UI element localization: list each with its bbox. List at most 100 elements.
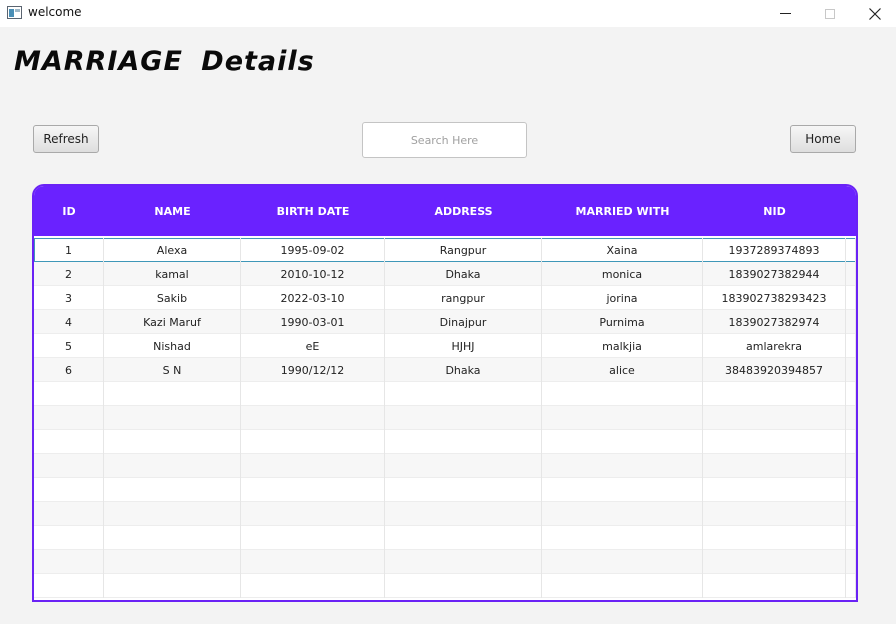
table-row[interactable]: 2 kamal 2010-10-12 Dhaka monica 1839027382944 (34, 262, 856, 286)
table-cell (385, 454, 542, 478)
table-cell: 2 (34, 262, 104, 286)
table-cell: Dhaka (385, 358, 542, 382)
table-cell: 2010-10-12 (241, 262, 385, 286)
marriage-table[interactable]: ID NAME BIRTH DATE ADDRESS MARRIED WITH … (32, 184, 858, 602)
table-cell (542, 478, 703, 502)
table-cell: 1839027382944 (703, 262, 846, 286)
table-cell (542, 550, 703, 574)
table-cell-filler (846, 574, 856, 598)
table-row[interactable]: 4 Kazi Maruf 1990-03-01 Dinajpur Purnima 1839… (34, 310, 856, 334)
table-cell (34, 406, 104, 430)
table-cell: Dinajpur (385, 310, 542, 334)
table-cell: 1 (34, 238, 104, 262)
table-cell (385, 574, 542, 598)
table-cell (385, 382, 542, 406)
table-cell-filler (846, 478, 856, 502)
page-title: MARRIAGE Details (14, 46, 315, 77)
table-cell-filler (846, 238, 856, 262)
table-cell (241, 430, 385, 454)
table-cell-filler (846, 286, 856, 310)
table-cell: jorina (542, 286, 703, 310)
table-cell (34, 454, 104, 478)
table-row[interactable]: 5 Nishad eE HJHJ malkjia amlarekra (34, 334, 856, 358)
table-cell (703, 382, 846, 406)
table-row[interactable]: 1 Alexa 1995-09-02 Rangpur Xaina 193728937489… (34, 238, 856, 262)
table-cell-filler (846, 382, 856, 406)
table-cell: monica (542, 262, 703, 286)
table-cell (34, 550, 104, 574)
table-cell (542, 502, 703, 526)
table-cell: amlarekra (703, 334, 846, 358)
maximize-button[interactable] (807, 0, 853, 27)
table-cell (241, 574, 385, 598)
table-cell: 3 (34, 286, 104, 310)
empty-table-row[interactable] (34, 406, 856, 430)
column-header-address[interactable]: ADDRESS (385, 186, 542, 236)
table-cell (385, 406, 542, 430)
empty-table-row[interactable] (34, 478, 856, 502)
table-cell-filler (846, 334, 856, 358)
table-cell (104, 382, 241, 406)
table-cell (241, 526, 385, 550)
table-cell (385, 430, 542, 454)
column-header-married-with[interactable]: MARRIED WITH (542, 186, 703, 236)
table-cell: 5 (34, 334, 104, 358)
column-header-nid[interactable]: NID (703, 186, 846, 236)
column-header-birth-date[interactable]: BIRTH DATE (241, 186, 385, 236)
empty-table-row[interactable] (34, 574, 856, 598)
table-cell (104, 574, 241, 598)
table-cell (542, 454, 703, 478)
search-input[interactable] (362, 122, 527, 158)
minimize-icon (779, 13, 791, 14)
table-cell: Rangpur (385, 238, 542, 262)
table-cell (703, 406, 846, 430)
table-cell: kamal (104, 262, 241, 286)
home-button[interactable]: Home (790, 125, 856, 153)
table-cell (542, 430, 703, 454)
column-header-id[interactable]: ID (34, 186, 104, 236)
table-cell (241, 454, 385, 478)
table-cell (385, 502, 542, 526)
table-cell-filler (846, 406, 856, 430)
close-button[interactable] (852, 0, 896, 27)
table-cell-filler (846, 550, 856, 574)
table-cell (34, 526, 104, 550)
table-cell (241, 478, 385, 502)
table-cell: eE (241, 334, 385, 358)
refresh-button[interactable]: Refresh (33, 125, 99, 153)
empty-table-row[interactable] (34, 550, 856, 574)
empty-table-row[interactable] (34, 502, 856, 526)
table-cell: 1990/12/12 (241, 358, 385, 382)
empty-table-row[interactable] (34, 526, 856, 550)
table-cell (703, 478, 846, 502)
table-cell: S N (104, 358, 241, 382)
maximize-icon (825, 8, 835, 19)
table-row[interactable]: 3 Sakib 2022-03-10 rangpur jorina 18390273829… (34, 286, 856, 310)
table-cell (104, 454, 241, 478)
table-header: ID NAME BIRTH DATE ADDRESS MARRIED WITH … (34, 186, 856, 236)
table-cell (703, 574, 846, 598)
empty-table-row[interactable] (34, 430, 856, 454)
table-cell: 1990-03-01 (241, 310, 385, 334)
table-cell (703, 526, 846, 550)
table-cell: Xaina (542, 238, 703, 262)
table-cell (104, 502, 241, 526)
table-cell: Nishad (104, 334, 241, 358)
table-cell (385, 526, 542, 550)
table-cell (34, 574, 104, 598)
table-cell: Purnima (542, 310, 703, 334)
table-cell-filler (846, 310, 856, 334)
table-cell: 1937289374893 (703, 238, 846, 262)
table-cell: 1839027382974 (703, 310, 846, 334)
empty-table-row[interactable] (34, 382, 856, 406)
table-cell (703, 430, 846, 454)
table-cell (542, 406, 703, 430)
table-row[interactable]: 6S N 1990/12/12 Dhaka alice 38483920394857 (34, 358, 856, 382)
window-title: welcome (28, 5, 82, 19)
table-cell (385, 478, 542, 502)
column-header-name[interactable]: NAME (104, 186, 241, 236)
empty-table-row[interactable] (34, 454, 856, 478)
minimize-button[interactable] (762, 0, 808, 27)
table-cell (542, 382, 703, 406)
table-cell: HJHJ (385, 334, 542, 358)
